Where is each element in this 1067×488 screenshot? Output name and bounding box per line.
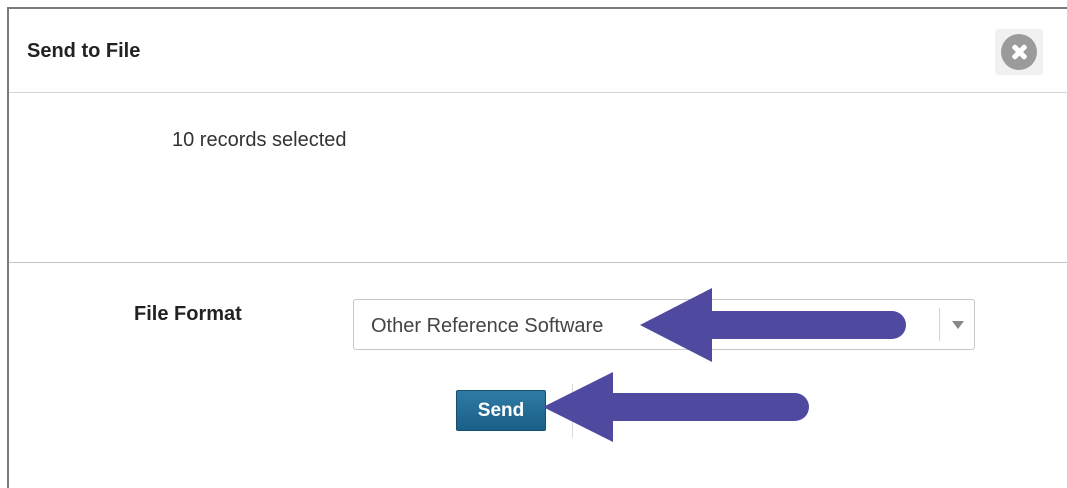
annotation-arrows — [543, 288, 906, 442]
arrow-to-file-format — [640, 288, 906, 362]
arrow-to-send-button — [543, 372, 809, 442]
